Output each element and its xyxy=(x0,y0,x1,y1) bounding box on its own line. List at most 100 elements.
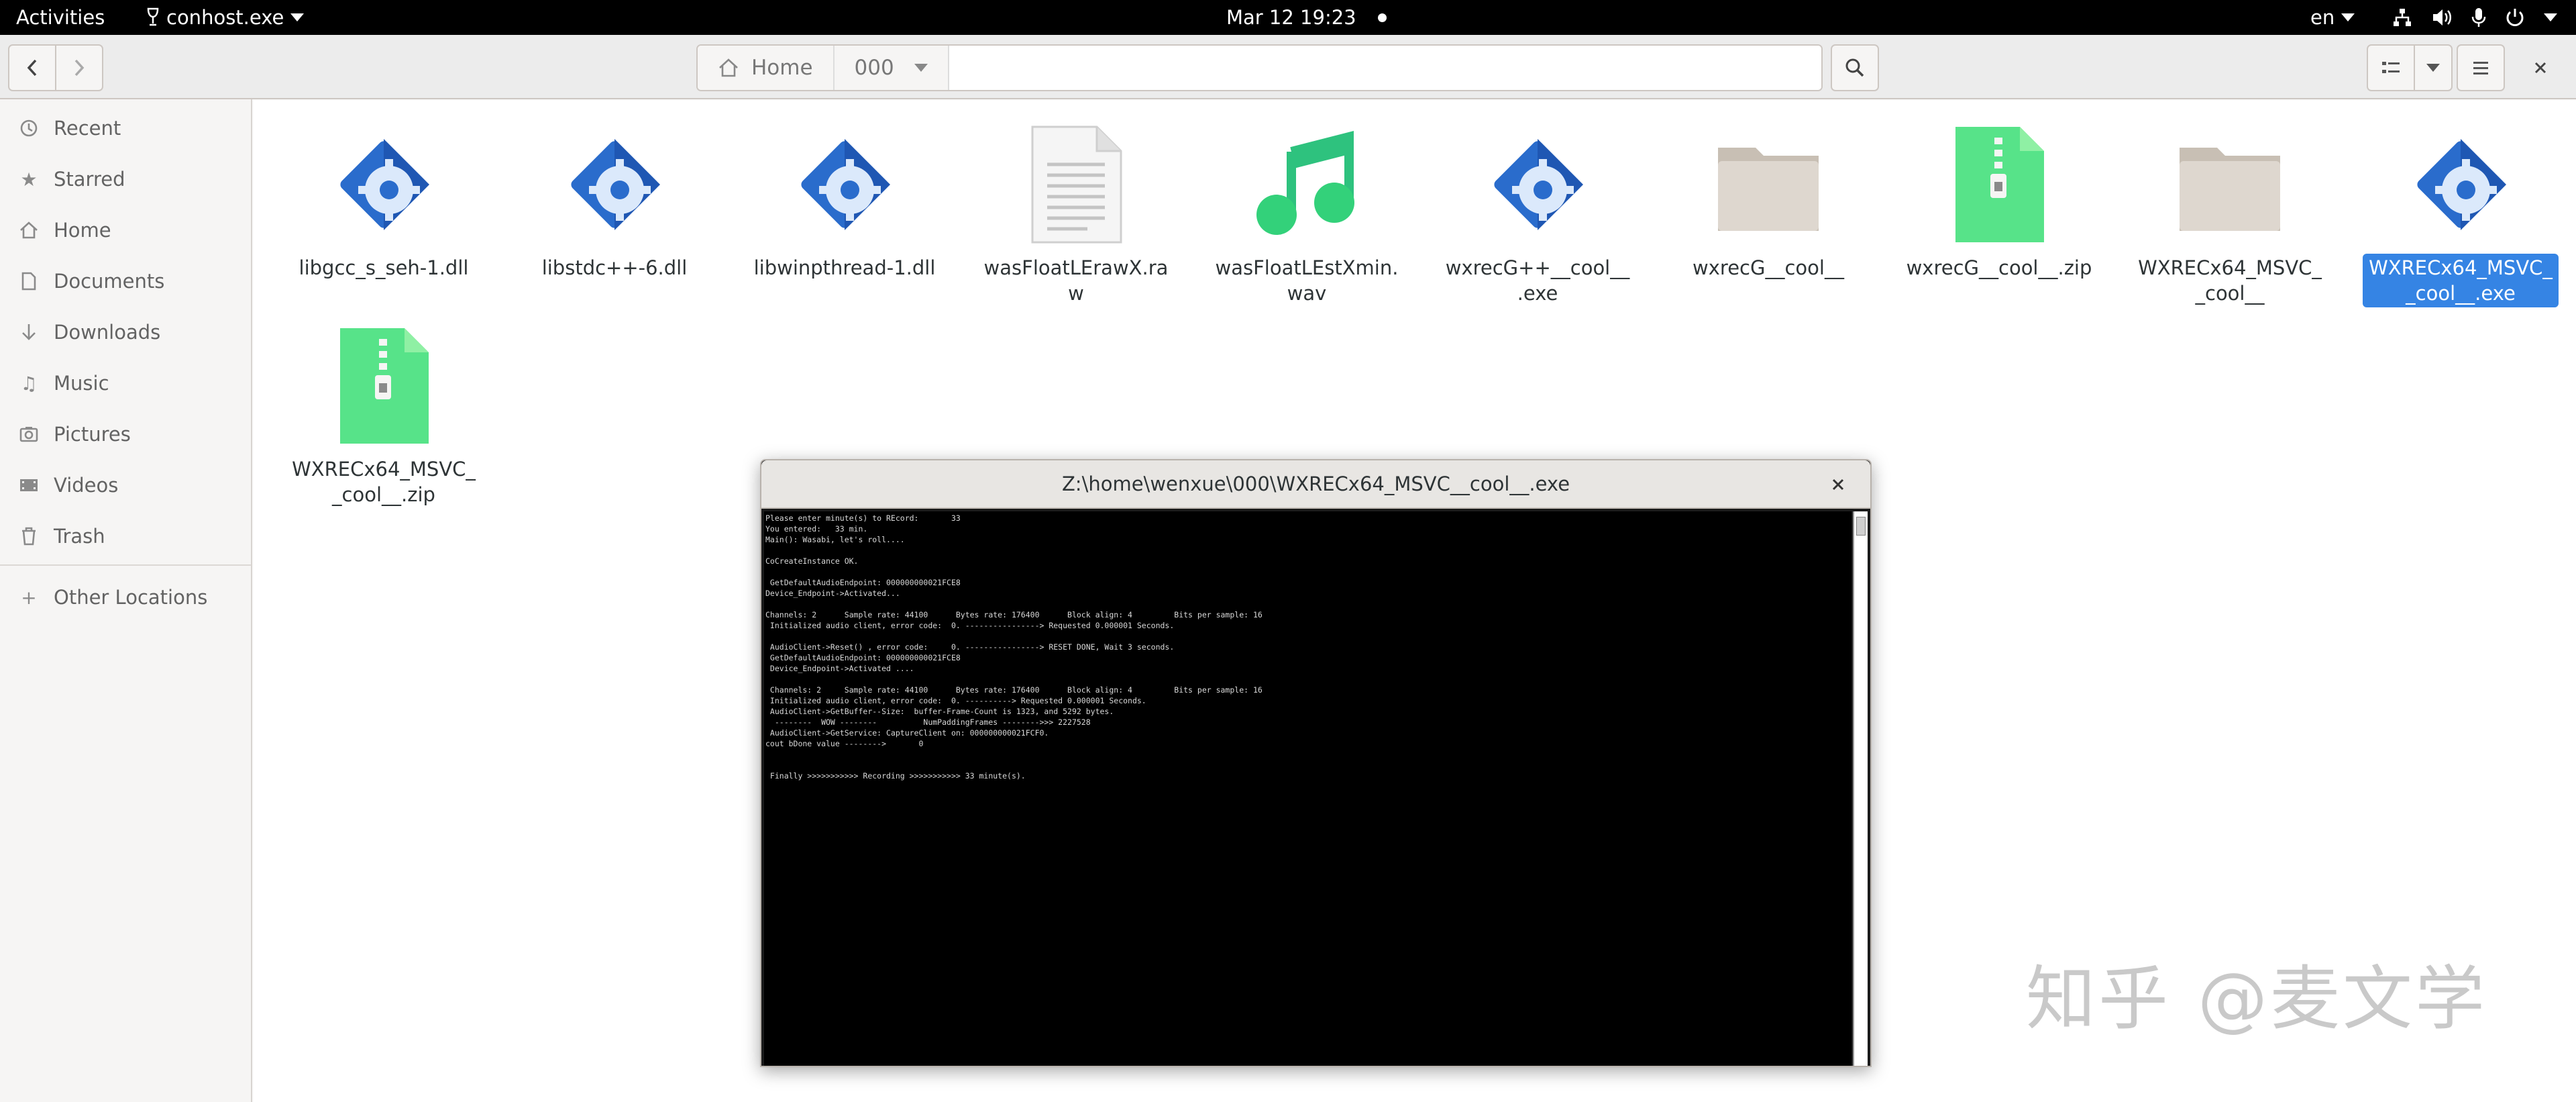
clock[interactable]: Mar 12 19:23 xyxy=(1226,0,1387,35)
language-selector[interactable]: en xyxy=(2310,0,2355,35)
file-name: WXRECx64_MSVC__cool__ xyxy=(2138,256,2322,305)
view-options-button[interactable] xyxy=(2414,44,2453,91)
download-icon xyxy=(19,322,39,342)
file-item[interactable]: wxrecG++__cool__.exe xyxy=(1440,101,1635,307)
file-item[interactable]: wxrecG__cool__ xyxy=(1670,101,1866,282)
executable-icon xyxy=(320,121,447,248)
path-home-label: Home xyxy=(751,56,813,80)
clock-icon xyxy=(19,118,39,138)
file-name: libwinpthread-1.dll xyxy=(753,256,936,279)
menu-button[interactable] xyxy=(2457,44,2505,91)
path-home-button[interactable]: Home xyxy=(698,46,835,90)
file-name: wasFloatLErawX.raw xyxy=(983,256,1169,305)
back-button[interactable] xyxy=(8,44,56,91)
file-item-selected[interactable]: WXRECx64_MSVC__cool__.exe xyxy=(2363,101,2559,307)
console-titlebar[interactable]: Z:\home\wenxue\000\WXRECx64_MSVC__cool__… xyxy=(761,460,1870,509)
header-bar: Home 000 xyxy=(0,35,2576,99)
sidebar-item-label: Home xyxy=(54,219,111,242)
text-file-icon xyxy=(1012,121,1140,248)
hamburger-menu-icon xyxy=(2473,62,2488,74)
path-current-button[interactable]: 000 xyxy=(834,46,949,90)
sidebar-item-music[interactable]: ♫ Music xyxy=(0,362,251,405)
sidebar-divider xyxy=(0,564,251,566)
activities-button[interactable]: Activities xyxy=(16,0,105,35)
search-icon xyxy=(1845,58,1864,77)
sidebar-item-other-locations[interactable]: + Other Locations xyxy=(0,576,251,619)
chevron-down-icon xyxy=(290,13,305,21)
audio-file-icon xyxy=(1243,121,1371,248)
console-output[interactable]: Please enter minute(s) to REcord: 33 You… xyxy=(764,511,1851,1066)
file-name: libgcc_s_seh-1.dll xyxy=(299,256,469,279)
sidebar-item-downloads[interactable]: Downloads xyxy=(0,311,251,354)
path-bar-empty xyxy=(949,46,1821,90)
music-icon: ♫ xyxy=(20,372,38,395)
watermark-author: @麦文学 xyxy=(2198,957,2488,1040)
close-icon xyxy=(1832,479,1844,491)
video-icon xyxy=(19,475,39,495)
executable-icon xyxy=(781,121,908,248)
chevron-down-icon xyxy=(914,64,928,72)
sidebar-item-label: Downloads xyxy=(54,321,161,344)
search-button[interactable] xyxy=(1831,44,1879,91)
console-window[interactable]: Z:\home\wenxue\000\WXRECx64_MSVC__cool__… xyxy=(760,459,1872,1067)
file-name: WXRECx64_MSVC__cool__.zip xyxy=(292,458,476,506)
executable-icon xyxy=(2397,121,2524,248)
file-item[interactable]: WXRECx64_MSVC__cool__ xyxy=(2132,101,2328,307)
home-icon xyxy=(19,220,39,240)
picture-icon xyxy=(19,424,39,444)
sidebar-item-home[interactable]: Home xyxy=(0,209,251,252)
file-item[interactable]: libgcc_s_seh-1.dll xyxy=(286,101,482,282)
sidebar-item-recent[interactable]: Recent xyxy=(0,107,251,150)
file-item[interactable]: wasFloatLErawX.raw xyxy=(978,101,1174,307)
console-close-button[interactable] xyxy=(1825,471,1851,498)
sidebar-item-videos[interactable]: Videos xyxy=(0,464,251,507)
file-name: wxrecG__cool__ xyxy=(1693,256,1844,279)
sidebar-item-documents[interactable]: Documents xyxy=(0,260,251,303)
notification-dot-icon xyxy=(1377,13,1387,22)
folder-icon xyxy=(1705,121,1832,248)
folder-icon xyxy=(2166,121,2294,248)
sidebar-item-starred[interactable]: ★ Starred xyxy=(0,158,251,201)
file-item[interactable]: libstdc++-6.dll xyxy=(517,101,712,282)
microphone-icon xyxy=(2471,8,2486,27)
language-label: en xyxy=(2310,6,2335,29)
window-close-button[interactable] xyxy=(2517,44,2564,91)
archive-icon xyxy=(320,322,447,450)
view-toggle-button[interactable] xyxy=(2367,44,2415,91)
file-item[interactable]: wxrecG__cool__.zip xyxy=(1901,101,2097,282)
chevron-right-icon xyxy=(74,59,85,77)
file-name: WXRECx64_MSVC__cool__.exe xyxy=(2363,254,2559,307)
sidebar-item-label: Other Locations xyxy=(54,586,208,609)
app-menu[interactable]: conhost.exe xyxy=(146,0,305,35)
sidebar-item-label: Pictures xyxy=(54,423,131,446)
file-item[interactable]: libwinpthread-1.dll xyxy=(747,101,943,282)
path-bar: Home 000 xyxy=(696,44,1823,91)
sidebar: Recent ★ Starred Home Documents Download… xyxy=(0,99,252,1102)
plus-icon: + xyxy=(21,586,37,609)
system-menu[interactable] xyxy=(2392,0,2557,35)
file-item[interactable]: WXRECx64_MSVC__cool__.zip xyxy=(286,302,482,509)
sidebar-item-label: Trash xyxy=(54,525,105,548)
scrollbar-thumb[interactable] xyxy=(1856,517,1866,536)
file-item[interactable]: wasFloatLEstXmin.wav xyxy=(1209,101,1405,307)
sidebar-item-label: Music xyxy=(54,372,109,395)
network-icon xyxy=(2394,9,2411,26)
executable-icon xyxy=(1474,121,1601,248)
file-name: libstdc++-6.dll xyxy=(541,256,688,279)
file-name: wxrecG__cool__.zip xyxy=(1906,256,2092,279)
console-title: Z:\home\wenxue\000\WXRECx64_MSVC__cool__… xyxy=(1061,472,1570,495)
top-bar: Activities conhost.exe Mar 12 19:23 en xyxy=(0,0,2576,35)
console-scrollbar[interactable] xyxy=(1853,511,1868,1066)
forward-button[interactable] xyxy=(55,44,103,91)
document-icon xyxy=(19,271,39,291)
chevron-left-icon xyxy=(27,59,37,77)
path-current-label: 000 xyxy=(854,56,894,80)
sidebar-item-label: Starred xyxy=(54,168,125,191)
console-text: Please enter minute(s) to REcord: 33 You… xyxy=(765,513,1263,781)
sidebar-item-trash[interactable]: Trash xyxy=(0,515,251,558)
sidebar-item-label: Documents xyxy=(54,270,165,293)
clock-label: Mar 12 19:23 xyxy=(1226,6,1356,29)
wine-glass-icon xyxy=(147,7,159,26)
sidebar-item-pictures[interactable]: Pictures xyxy=(0,413,251,456)
home-icon xyxy=(719,58,738,77)
